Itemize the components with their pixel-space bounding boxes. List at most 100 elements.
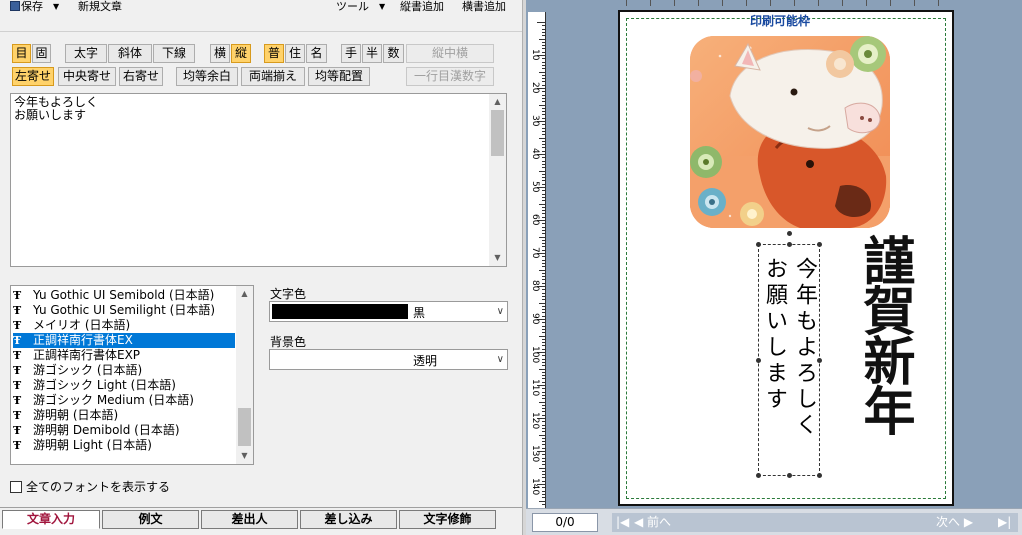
color-swatch xyxy=(272,304,408,319)
ruler-label: 90 xyxy=(530,313,540,325)
moku-button[interactable]: 目 xyxy=(12,44,31,63)
show-all-fonts-checkbox[interactable] xyxy=(10,481,22,493)
scrollbar-thumb[interactable] xyxy=(491,110,504,156)
italic-button[interactable]: 斜体 xyxy=(108,44,152,63)
resize-handle[interactable] xyxy=(756,242,761,247)
number-button[interactable]: 数 xyxy=(383,44,404,63)
ruler-tick xyxy=(542,173,545,175)
align-right-button[interactable]: 右寄せ xyxy=(119,67,163,86)
textarea-scrollbar[interactable]: ▲ ▼ xyxy=(489,94,506,266)
new-text-menu[interactable]: 新規文章 xyxy=(78,0,122,14)
ruler-tick xyxy=(542,61,545,63)
ruler-tick xyxy=(542,190,545,192)
tools-menu[interactable]: ツール ▼ xyxy=(336,0,385,14)
font-list-item[interactable]: Ŧ 游ゴシック Light (日本語) xyxy=(13,378,235,393)
next-page-button[interactable]: 次へ ▶ xyxy=(936,513,973,532)
first-page-icon[interactable]: |◀ xyxy=(616,513,629,532)
floppy-icon xyxy=(10,1,20,11)
ruler-tick xyxy=(542,299,545,301)
ruler-tick xyxy=(698,0,699,6)
hand-button[interactable]: 手 xyxy=(341,44,361,63)
postcard-page[interactable]: 印刷可能枠 今年もよろしく お願いします 謹賀新年 xyxy=(618,10,954,506)
font-list-item[interactable]: Ŧ 游ゴシック Medium (日本語) xyxy=(13,393,235,408)
greeting-textbox[interactable]: 今年もよろしく お願いします xyxy=(756,231,822,478)
ruler-tick xyxy=(542,262,545,264)
normal-button[interactable]: 普 xyxy=(264,44,284,63)
ruler-tick xyxy=(542,266,545,268)
new-year-title[interactable]: 謹賀新年 xyxy=(854,234,915,434)
rotate-handle[interactable] xyxy=(787,231,792,236)
underline-button[interactable]: 下線 xyxy=(153,44,195,63)
half-button[interactable]: 半 xyxy=(362,44,382,63)
font-name: 正調祥南行書体EXP xyxy=(33,348,141,362)
font-list-item[interactable]: Ŧ Yu Gothic UI Semilight (日本語) xyxy=(13,303,235,318)
ruler-tick xyxy=(542,464,545,466)
resize-handle[interactable] xyxy=(817,242,822,247)
font-list-item[interactable]: Ŧ 游明朝 (日本語) xyxy=(13,408,235,423)
ko-button[interactable]: 固 xyxy=(32,44,51,63)
ruler-tick xyxy=(539,434,545,436)
font-list-item[interactable]: Ŧ 正調祥南行書体EXP xyxy=(13,348,235,363)
message-textarea[interactable]: 今年もよろしく お願いします ▲ ▼ xyxy=(10,93,507,267)
bg-color-select[interactable]: 透明 ∨ xyxy=(269,349,508,370)
show-all-fonts-row[interactable]: 全てのフォントを表示する xyxy=(10,478,170,495)
prev-page-button[interactable]: ◀ 前へ xyxy=(634,513,671,532)
font-list-item[interactable]: Ŧ 正調祥南行書体EX xyxy=(13,333,235,348)
ruler-tick xyxy=(542,427,545,429)
font-list-item[interactable]: Ŧ 游明朝 Light (日本語) xyxy=(13,438,235,453)
scrollbar-thumb[interactable] xyxy=(238,408,251,446)
ruler-tick xyxy=(542,144,545,146)
boar-illustration[interactable] xyxy=(690,36,890,228)
font-list-item[interactable]: Ŧ 游明朝 Demibold (日本語) xyxy=(13,423,235,438)
tab-text-decoration[interactable]: 文字修飾 xyxy=(399,510,496,529)
ruler-tick xyxy=(542,444,545,446)
tab-merge[interactable]: 差し込み xyxy=(300,510,397,529)
chevron-down-icon[interactable]: ▼ xyxy=(489,250,506,266)
show-all-fonts-label: 全てのフォントを表示する xyxy=(26,480,171,494)
save-menu[interactable]: 保存 ▼ xyxy=(10,0,59,14)
ruler-tick xyxy=(542,371,545,373)
add-horizontal-menu[interactable]: 横書追加 xyxy=(462,0,506,14)
ruler-tick xyxy=(542,470,545,472)
font-list-scrollbar[interactable]: ▲ ▼ xyxy=(236,286,253,464)
ruler-tick xyxy=(542,493,545,495)
bold-button[interactable]: 太字 xyxy=(65,44,107,63)
chevron-up-icon[interactable]: ▲ xyxy=(489,94,506,110)
resize-handle[interactable] xyxy=(787,242,792,247)
resize-handle[interactable] xyxy=(756,473,761,478)
justify-button[interactable]: 両端揃え xyxy=(241,67,305,86)
add-vertical-menu[interactable]: 縦書追加 xyxy=(400,0,444,14)
tab-examples[interactable]: 例文 xyxy=(102,510,199,529)
ruler-tick xyxy=(542,279,545,281)
address-button[interactable]: 住 xyxy=(285,44,305,63)
tate-chu-yoko-button[interactable]: 縦中横 xyxy=(406,44,494,63)
even-spacing-button[interactable]: 均等配置 xyxy=(308,67,370,86)
horizontal-button[interactable]: 横 xyxy=(210,44,230,63)
ruler-tick xyxy=(542,338,545,340)
resize-handle[interactable] xyxy=(787,473,792,478)
ruler-tick xyxy=(542,431,545,433)
ruler-tick xyxy=(542,358,545,360)
ruler-tick xyxy=(542,51,545,53)
font-list-item[interactable]: Ŧ Yu Gothic UI Semibold (日本語) xyxy=(13,288,235,303)
name-button[interactable]: 名 xyxy=(306,44,327,63)
font-list-item[interactable]: Ŧ 游ゴシック (日本語) xyxy=(13,363,235,378)
align-center-button[interactable]: 中央寄せ xyxy=(58,67,116,86)
text-color-select[interactable]: 黒 ∨ xyxy=(269,301,508,322)
ruler-tick xyxy=(842,0,843,6)
last-page-icon[interactable]: ▶| xyxy=(998,513,1011,532)
text-color-value: 黒 xyxy=(413,306,426,320)
font-list-item[interactable]: Ŧ メイリオ (日本語) xyxy=(13,318,235,333)
first-line-kanji-button[interactable]: 一行目漢数字 xyxy=(406,67,494,86)
ruler-tick xyxy=(542,147,545,149)
align-left-button[interactable]: 左寄せ xyxy=(12,67,54,86)
tab-text-input[interactable]: 文章入力 xyxy=(2,510,100,529)
font-list[interactable]: Ŧ Yu Gothic UI Semibold (日本語) Ŧ Yu Gothic U… xyxy=(10,285,254,465)
even-margin-button[interactable]: 均等余白 xyxy=(176,67,238,86)
resize-handle[interactable] xyxy=(817,473,822,478)
chevron-up-icon[interactable]: ▲ xyxy=(236,286,253,302)
ruler-tick xyxy=(542,332,545,334)
tab-sender[interactable]: 差出人 xyxy=(201,510,298,529)
vertical-button[interactable]: 縦 xyxy=(231,44,251,63)
chevron-down-icon[interactable]: ▼ xyxy=(236,448,253,464)
